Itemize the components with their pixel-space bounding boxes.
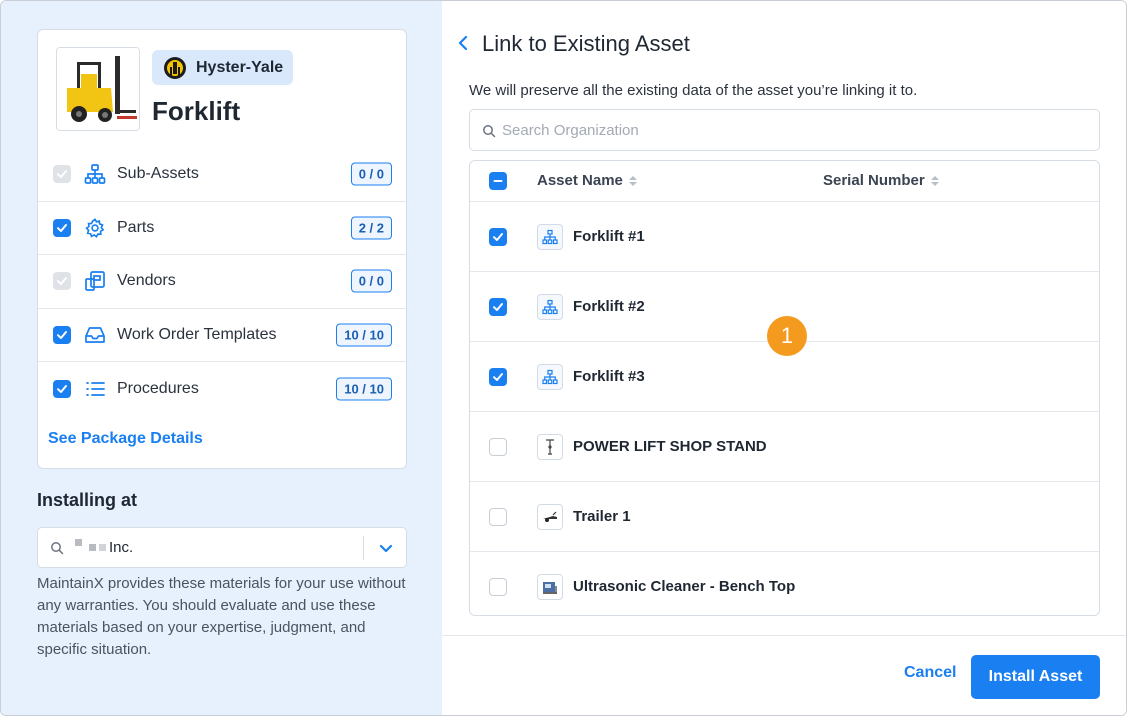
- brand-name: Hyster-Yale: [196, 58, 284, 76]
- page-title: Link to Existing Asset: [482, 31, 690, 56]
- include-count-badge: 10 / 10: [336, 323, 392, 347]
- column-header-serial-number[interactable]: Serial Number: [823, 172, 939, 189]
- row-checkbox[interactable]: [489, 228, 507, 246]
- search-organization-field: [469, 109, 1100, 151]
- hierarchy-icon: [537, 364, 563, 390]
- organization-select[interactable]: Inc.: [37, 527, 407, 568]
- asset-name: Forklift #1: [573, 228, 645, 245]
- redacted-text: [89, 544, 96, 551]
- column-header-label: Asset Name: [537, 172, 623, 189]
- redacted-text: [99, 544, 106, 551]
- modal-window: Hyster-Yale Forklift Sub-Assets 0 / 0 Pa…: [0, 0, 1127, 716]
- package-panel: Hyster-Yale Forklift Sub-Assets 0 / 0 Pa…: [1, 1, 442, 715]
- see-package-details-link[interactable]: See Package Details: [48, 430, 203, 448]
- row-checkbox[interactable]: [489, 298, 507, 316]
- include-checkbox[interactable]: [53, 218, 71, 237]
- asset-name: Trailer 1: [573, 508, 631, 525]
- include-label: Parts: [117, 218, 155, 236]
- sort-icon: [930, 175, 939, 186]
- select-divider: [363, 536, 364, 560]
- search-icon: [50, 541, 64, 560]
- gear-icon: [83, 216, 107, 240]
- organization-suffix: Inc.: [109, 539, 134, 556]
- vendor-icon: [83, 269, 107, 293]
- include-count-badge: 2 / 2: [350, 216, 392, 240]
- row-checkbox[interactable]: [489, 578, 507, 596]
- sort-icon: [628, 175, 637, 186]
- stand-thumbnail: [537, 434, 563, 460]
- include-label: Work Order Templates: [117, 326, 277, 344]
- back-chevron-icon[interactable]: [456, 33, 472, 53]
- hierarchy-icon: [537, 294, 563, 320]
- column-header-label: Serial Number: [823, 172, 925, 189]
- table-row[interactable]: Forklift #1: [470, 202, 1099, 272]
- include-row-parts: Parts 2 / 2: [38, 202, 406, 256]
- include-label: Sub-Assets: [117, 165, 199, 183]
- include-label: Procedures: [117, 380, 199, 398]
- include-checkbox[interactable]: [53, 380, 71, 399]
- hierarchy-icon: [537, 224, 563, 250]
- package-title: Forklift: [152, 96, 241, 126]
- include-row-work-order-templates: Work Order Templates 10 / 10: [38, 309, 406, 363]
- install-asset-button[interactable]: Install Asset: [971, 655, 1100, 699]
- inbox-tray-icon: [83, 323, 107, 347]
- asset-table: Asset Name Serial Number Forklift #1 For…: [469, 160, 1100, 616]
- include-count-badge: 0 / 0: [350, 162, 392, 186]
- row-checkbox[interactable]: [489, 368, 507, 386]
- step-marker: 1: [767, 316, 807, 356]
- installing-at-label: Installing at: [37, 490, 138, 510]
- table-row[interactable]: Trailer 1: [470, 482, 1099, 552]
- select-all-checkbox[interactable]: [489, 172, 507, 190]
- table-row[interactable]: POWER LIFT SHOP STAND: [470, 412, 1099, 482]
- disclaimer-text: MaintainX provides these materials for y…: [37, 575, 406, 658]
- table-header: Asset Name Serial Number: [470, 161, 1099, 202]
- include-checkbox[interactable]: [53, 272, 71, 291]
- asset-name: POWER LIFT SHOP STAND: [573, 438, 767, 455]
- include-row-procedures: Procedures 10 / 10: [38, 362, 406, 416]
- trailer-thumbnail: [537, 504, 563, 530]
- include-checkbox[interactable]: [53, 326, 71, 345]
- forklift-thumbnail: [56, 47, 140, 131]
- cancel-button[interactable]: Cancel: [904, 664, 956, 682]
- table-row[interactable]: Ultrasonic Cleaner - Bench Top: [470, 552, 1099, 615]
- package-includes-list: Sub-Assets 0 / 0 Parts 2 / 2 Vendors 0 /…: [38, 148, 406, 416]
- asset-name: Forklift #2: [573, 298, 645, 315]
- include-count-badge: 0 / 0: [350, 269, 392, 293]
- include-count-badge: 10 / 10: [336, 377, 392, 401]
- list-icon: [83, 377, 107, 401]
- search-input[interactable]: [502, 120, 1082, 140]
- sub-assets-icon: [83, 162, 107, 186]
- asset-name: Forklift #3: [573, 368, 645, 385]
- footer-bar: Cancel Install Asset: [442, 635, 1126, 715]
- search-icon: [482, 124, 496, 143]
- asset-name: Ultrasonic Cleaner - Bench Top: [573, 578, 796, 595]
- include-row-vendors: Vendors 0 / 0: [38, 255, 406, 309]
- include-label: Vendors: [117, 272, 176, 290]
- row-checkbox[interactable]: [489, 508, 507, 526]
- brand-chip: Hyster-Yale: [152, 50, 294, 85]
- package-card: Hyster-Yale Forklift Sub-Assets 0 / 0 Pa…: [37, 29, 407, 469]
- include-row-sub-assets: Sub-Assets 0 / 0: [38, 148, 406, 202]
- organization-value: Inc.: [75, 539, 133, 556]
- row-checkbox[interactable]: [489, 438, 507, 456]
- link-asset-panel: Link to Existing Asset We will preserve …: [442, 1, 1126, 715]
- brand-logo-icon: [164, 56, 186, 79]
- redacted-text: [75, 539, 82, 546]
- cleaner-thumbnail: [537, 574, 563, 600]
- include-checkbox[interactable]: [53, 165, 71, 184]
- chevron-down-icon[interactable]: [378, 540, 394, 561]
- page-subtitle: We will preserve all the existing data o…: [469, 82, 918, 99]
- column-header-asset-name[interactable]: Asset Name: [537, 172, 637, 189]
